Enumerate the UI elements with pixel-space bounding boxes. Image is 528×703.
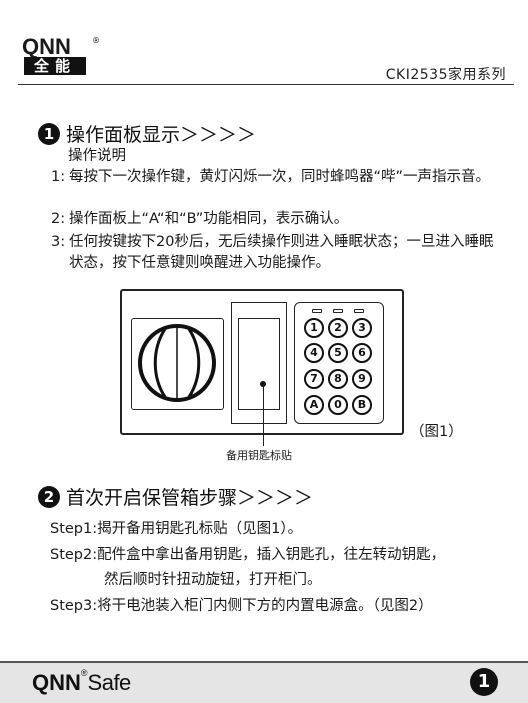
- indicator-led: [354, 309, 364, 313]
- product-series: CKI2535家用系列: [385, 67, 506, 83]
- logo-text: QNN: [22, 34, 71, 59]
- keypad-key-8: 8: [328, 369, 348, 389]
- footer-brand-text: QNN: [32, 670, 81, 695]
- keypad-key-7: 7: [304, 369, 324, 389]
- knob-housing: [131, 318, 224, 410]
- instruction-text: 任何按键按下20秒后，无后续操作则进入睡眠状态；一旦进入睡眠状态，按下任意键则唤…: [69, 234, 494, 271]
- section1-number-badge: 1: [38, 122, 60, 145]
- brand-logo: QNN ® 全能: [22, 36, 102, 78]
- indicator-led: [333, 309, 343, 313]
- section1-heading: 1 操作面板显示＞＞＞＞: [38, 120, 256, 147]
- section1-title: 操作面板显示＞＞＞＞: [66, 124, 257, 146]
- step-2-continued: 然后顺时针扭动旋钮，打开柜门。: [104, 572, 322, 588]
- figure1-caption: （图1）: [410, 424, 463, 440]
- keypad-key-5: 5: [328, 343, 348, 363]
- backup-key-sticker-area: [238, 318, 280, 410]
- instruction-item: 2: 操作面板上“A“和“B”功能相同，表示确认。: [51, 209, 506, 230]
- footer-safe-text: Safe: [87, 670, 132, 695]
- instruction-text: 每按下一次操作键，黄灯闪烁一次，同时蜂鸣器“哔”一声指示音。: [69, 169, 491, 185]
- instruction-item: 3: 任何按键按下20秒后，无后续操作则进入睡眠状态；一旦进入睡眠状态，按下任意…: [51, 232, 506, 274]
- step-2: Step2:配件盒中拿出备用钥匙，插入钥匙孔，往左转动钥匙，: [50, 547, 446, 563]
- step-3: Step3:将干电池装入柜门内侧下方的内置电源盒。（见图2）: [50, 598, 433, 614]
- section2-number-badge: 2: [38, 485, 60, 508]
- footer-brand: QNN®Safe: [32, 668, 132, 696]
- logo-chinese-text: 全能: [24, 57, 86, 75]
- sticker-callout-label: 备用钥匙标贴: [226, 449, 292, 462]
- rotary-knob-icon: [138, 324, 216, 402]
- page-number-badge: 1: [470, 668, 498, 696]
- keypad-key-0: 0: [328, 395, 348, 415]
- callout-line: [263, 384, 264, 446]
- keypad-key-3: 3: [352, 318, 372, 338]
- keypad-key-9: 9: [352, 369, 372, 389]
- keypad-key-4: 4: [304, 343, 324, 363]
- instruction-text: 操作面板上“A“和“B”功能相同，表示确认。: [69, 211, 349, 227]
- keypad-key-2: 2: [328, 318, 348, 338]
- instruction-item: 1: 每按下一次操作键，黄灯闪烁一次，同时蜂鸣器“哔”一声指示音。: [51, 167, 506, 188]
- step-1: Step1:揭开备用钥匙孔标贴（见图1）。: [50, 521, 303, 537]
- section2-heading: 2 首次开启保管箱步骤＞＞＞＞: [38, 483, 313, 510]
- keypad-key-1: 1: [304, 318, 324, 338]
- instruction-number: 3:: [51, 234, 66, 250]
- keypad-key-6: 6: [352, 343, 372, 363]
- keypad-key-a: A: [304, 395, 324, 415]
- instruction-number: 2:: [51, 211, 66, 227]
- header-divider: [18, 84, 514, 85]
- keypad-key-b: B: [352, 395, 372, 415]
- indicator-led: [312, 309, 322, 313]
- footer-registered-mark: ®: [80, 668, 88, 678]
- instruction-number: 1:: [51, 169, 66, 185]
- logo-registered-mark: ®: [92, 36, 100, 45]
- section2-title: 首次开启保管箱步骤＞＞＞＞: [66, 487, 314, 509]
- instructions-subtitle: 操作说明: [68, 148, 126, 164]
